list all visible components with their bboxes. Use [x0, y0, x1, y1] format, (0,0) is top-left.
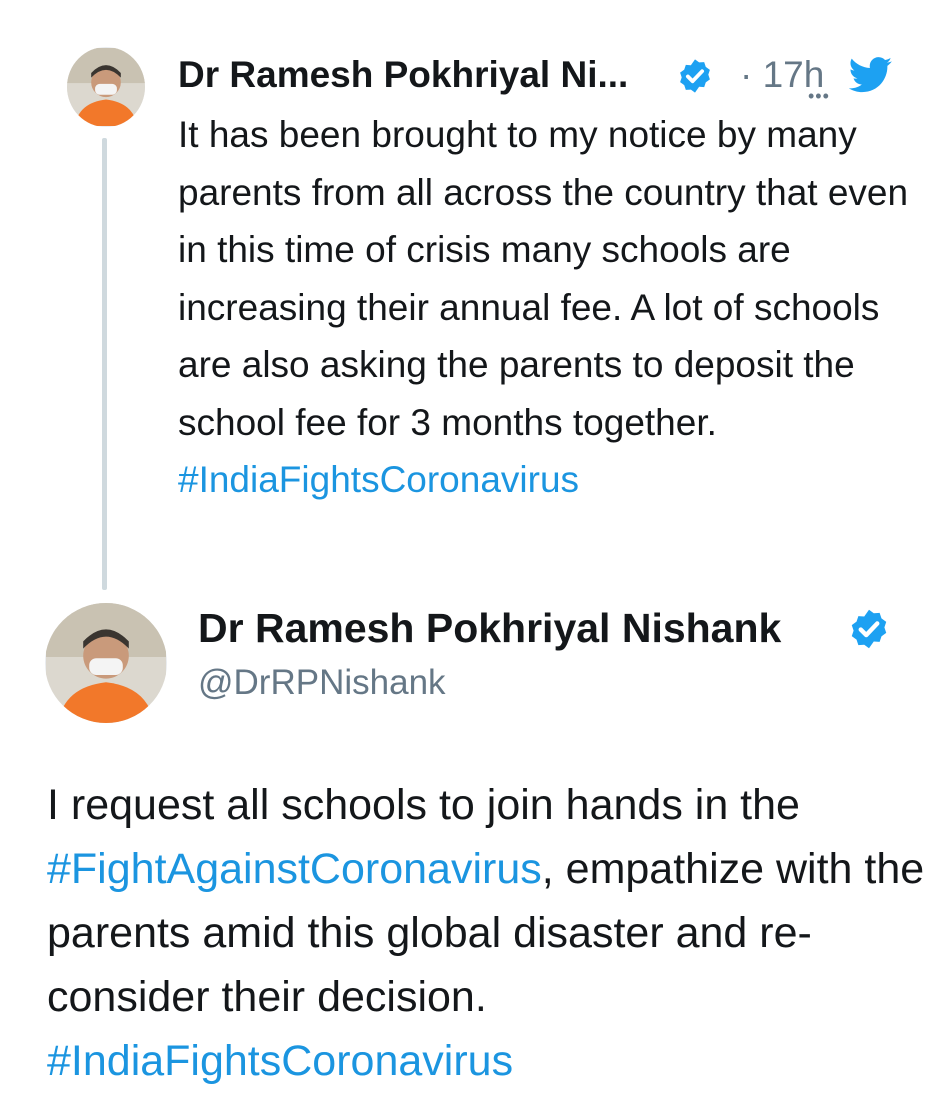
hashtag-link[interactable]: #IndiaFightsCoronavirus — [178, 459, 579, 500]
avatar-image — [46, 603, 166, 723]
parent-tweet-text: It has been brought to my notice by many… — [178, 114, 909, 443]
parent-tweet-avatar[interactable] — [67, 47, 145, 127]
thread-connector-line — [102, 138, 107, 590]
main-tweet-author-name[interactable]: Dr Ramesh Pokhriyal Nishank — [198, 602, 781, 654]
main-tweet-handle[interactable]: @DrRPNishank — [198, 661, 446, 705]
main-tweet-body: I request all schools to join hands in t… — [47, 773, 927, 1093]
parent-tweet-body: It has been brought to my notice by many… — [178, 106, 918, 509]
hashtag-link[interactable]: #IndiaFightsCoronavirus — [47, 1037, 513, 1085]
parent-tweet-author-name[interactable]: Dr Ramesh Pokhriyal Ni... — [178, 52, 628, 98]
hashtag-link[interactable]: #FightAgainstCoronavirus — [47, 845, 542, 893]
tweet-text-part: I request all schools to join hands in t… — [47, 781, 800, 829]
avatar-image — [67, 48, 145, 126]
twitter-bird-icon — [849, 57, 892, 93]
verified-badge-icon — [680, 59, 710, 93]
main-tweet-avatar[interactable] — [45, 603, 167, 723]
more-options-icon[interactable]: ••• — [808, 86, 830, 107]
verified-badge-icon — [851, 609, 887, 649]
author-name-text: Dr Ramesh Pokhriyal Nishank — [198, 605, 782, 651]
author-name-text: Dr Ramesh Pokhriyal Ni... — [178, 54, 629, 95]
